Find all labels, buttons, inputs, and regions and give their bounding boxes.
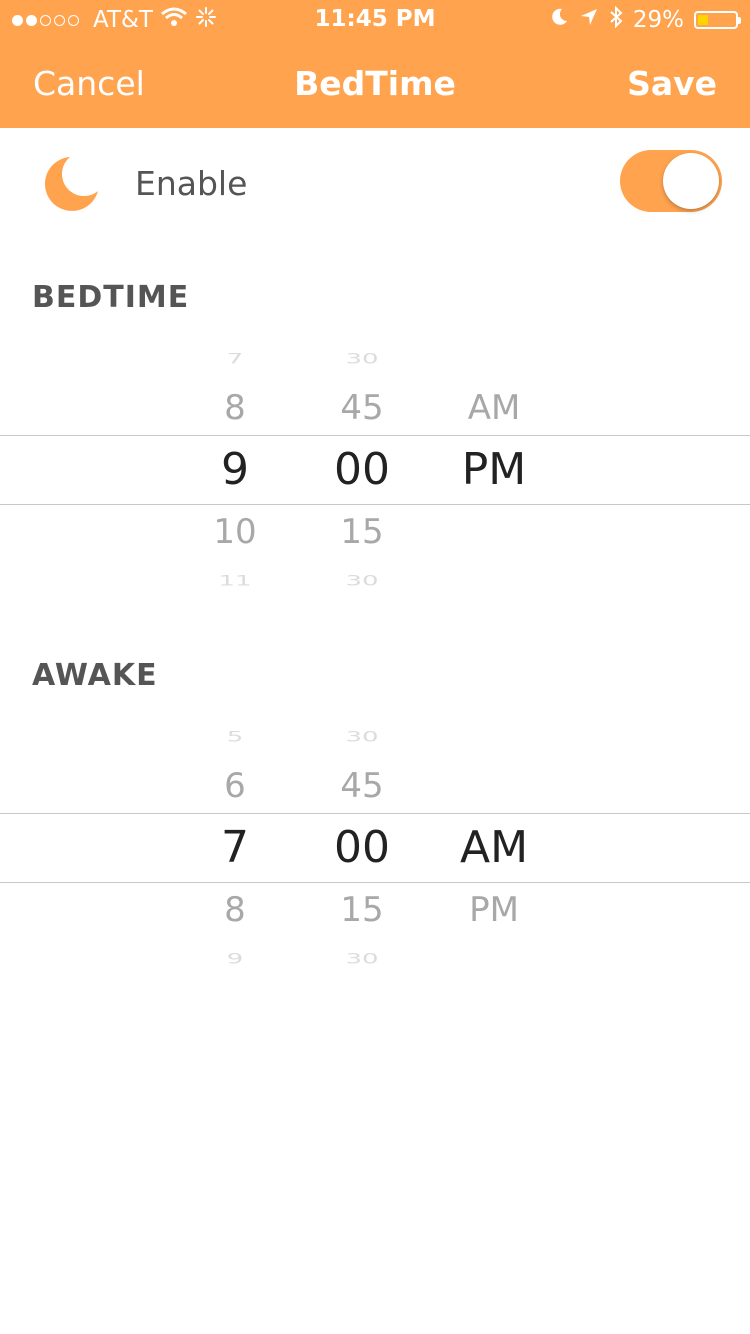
bedtime-hour-option[interactable]: 8 [175, 388, 295, 428]
location-icon [579, 7, 599, 33]
bedtime-minute-option[interactable]: 30 [302, 351, 422, 368]
battery-fill [698, 15, 708, 25]
save-button[interactable]: Save [627, 64, 717, 103]
toggle-knob[interactable] [663, 153, 719, 209]
nav-bar: Cancel BedTime Save [0, 40, 750, 128]
picker-selection-bottom-line [0, 504, 750, 505]
battery-icon [694, 11, 741, 29]
bedtime-minute-option[interactable]: 15 [302, 512, 422, 552]
awake-minute-option[interactable]: 45 [302, 766, 422, 806]
awake-minute-option[interactable]: 30 [302, 729, 422, 746]
awake-hour-option[interactable]: 9 [175, 951, 295, 968]
bedtime-hour-option[interactable]: 9 [175, 444, 295, 495]
bedtime-hour-option[interactable]: 7 [175, 351, 295, 368]
awake-period-option[interactable]: AM [434, 822, 554, 873]
awake-hour-option[interactable]: 6 [175, 766, 295, 806]
bedtime-hour-option[interactable]: 10 [175, 512, 295, 552]
bedtime-hour-option[interactable]: 11 [175, 573, 295, 590]
moon-icon [549, 7, 569, 33]
header: AT&T 11:45 PM 29% Cancel BedTime Save [0, 0, 750, 128]
awake-period-option[interactable]: PM [434, 890, 554, 930]
picker-selection-top-line [0, 813, 750, 814]
awake-hour-option[interactable]: 8 [175, 890, 295, 930]
awake-minute-option[interactable]: 30 [302, 951, 422, 968]
picker-selection-top-line [0, 435, 750, 436]
bedtime-period-option[interactable]: AM [434, 388, 554, 428]
awake-time-picker[interactable]: 5 6 7 8 9 30 45 00 15 30 AM PM [0, 718, 750, 978]
bedtime-minute-option[interactable]: 30 [302, 573, 422, 590]
awake-section-title: AWAKE [32, 658, 158, 693]
enable-row: Enable [0, 128, 750, 238]
awake-minute-option[interactable]: 15 [302, 890, 422, 930]
awake-hour-option[interactable]: 7 [175, 822, 295, 873]
bedtime-section-title: BEDTIME [32, 280, 190, 315]
enable-label: Enable [135, 164, 248, 203]
moon-icon [40, 153, 100, 213]
awake-minute-option[interactable]: 00 [302, 822, 422, 873]
picker-selection-bottom-line [0, 882, 750, 883]
status-bar: AT&T 11:45 PM 29% [0, 0, 750, 40]
bluetooth-icon [609, 5, 623, 34]
enable-toggle[interactable] [620, 150, 722, 212]
bedtime-period-option[interactable]: PM [434, 444, 554, 495]
battery-percent: 29% [632, 7, 684, 33]
bedtime-time-picker[interactable]: 7 8 9 10 11 30 45 00 15 30 AM PM [0, 340, 750, 600]
bedtime-minute-option[interactable]: 00 [302, 444, 422, 495]
bedtime-minute-option[interactable]: 45 [302, 388, 422, 428]
awake-hour-option[interactable]: 5 [175, 729, 295, 746]
status-right: 29% [549, 5, 741, 34]
